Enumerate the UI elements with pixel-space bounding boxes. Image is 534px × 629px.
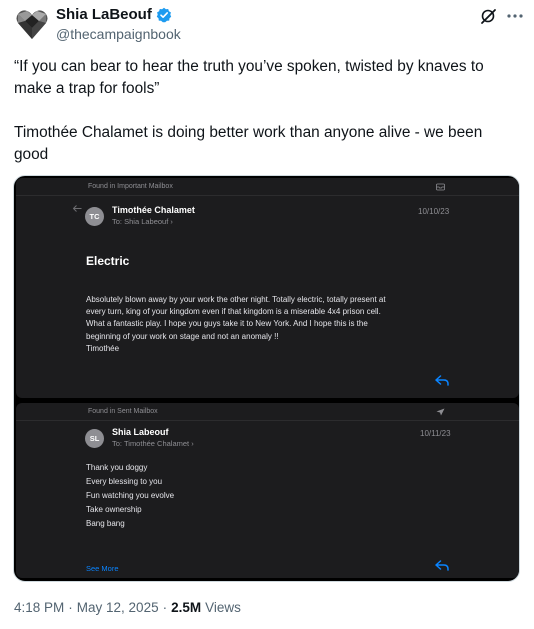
separator: · xyxy=(162,600,168,615)
mailbox-label: Found in Sent Mailbox xyxy=(88,408,158,415)
sender-avatar: TC xyxy=(85,207,104,226)
more-options-icon[interactable] xyxy=(505,6,525,26)
tweet-comment: Timothée Chalamet is doing better work t… xyxy=(14,124,483,163)
email-card-sent: Found in Sent Mailbox SL Shia Labeouf To… xyxy=(16,403,519,578)
tray-icon xyxy=(436,183,445,191)
to-label: To: xyxy=(112,217,123,226)
see-more-link: See More xyxy=(86,564,119,573)
sender-name: Timothée Chalamet xyxy=(112,205,195,215)
tweet-text: “If you can bear to hear the truth you’v… xyxy=(14,56,520,188)
tweet-quote: “If you can bear to hear the truth you’v… xyxy=(14,58,484,97)
views-label: Views xyxy=(205,600,241,615)
email-date: 10/11/23 xyxy=(420,429,451,438)
recipient-name: Timothée Chalamet xyxy=(123,439,190,448)
author-display-name[interactable]: Shia LaBeouf xyxy=(56,6,152,23)
mailbox-bar: Found in Sent Mailbox xyxy=(16,403,519,421)
email-body: Thank you doggy Every blessing to you Fu… xyxy=(86,463,175,528)
mailbox-bar: Found in Important Mailbox xyxy=(16,178,519,196)
tweet-media-image[interactable]: Found in Important Mailbox TC Timothée C… xyxy=(13,175,520,582)
replied-arrow-icon xyxy=(73,205,82,212)
recipient-line: To: Shia Labeouf › xyxy=(112,217,173,226)
to-label: To: xyxy=(112,439,123,448)
author-name-row[interactable]: Shia LaBeouf xyxy=(56,6,172,23)
post-date[interactable]: May 12, 2025 xyxy=(77,600,159,615)
heart-logo-icon[interactable] xyxy=(14,6,50,42)
sender-name: Shia Labeouf xyxy=(112,427,169,437)
chevron-right-icon: › xyxy=(191,439,194,448)
mailbox-label: Found in Important Mailbox xyxy=(88,183,173,190)
sender-avatar: SL xyxy=(85,429,104,448)
reply-icon xyxy=(435,375,449,386)
email-body: Absolutely blown away by your work the o… xyxy=(86,295,386,353)
recipient-name: Shia Labeouf xyxy=(124,217,169,226)
send-arrow-icon xyxy=(436,408,445,416)
author-handle[interactable]: @thecampaignbook xyxy=(56,26,181,42)
chevron-right-icon: › xyxy=(170,217,173,226)
recipient-line: To: Timothée Chalamet › xyxy=(112,439,194,448)
email-date: 10/10/23 xyxy=(418,207,450,216)
grok-icon[interactable] xyxy=(480,7,498,25)
tweet-footer: 4:18 PM · May 12, 2025 · 2.5M Views xyxy=(14,600,241,615)
email-card-received: Found in Important Mailbox TC Timothée C… xyxy=(16,178,519,398)
reply-icon xyxy=(435,560,449,571)
views-count[interactable]: 2.5M xyxy=(171,600,201,615)
verified-badge-icon xyxy=(156,7,172,22)
separator: · xyxy=(68,600,73,615)
tweet-post: Shia LaBeouf @thecampaignbook “If you ca… xyxy=(0,0,534,629)
post-time[interactable]: 4:18 PM xyxy=(14,600,64,615)
email-subject: Electric xyxy=(86,254,130,268)
